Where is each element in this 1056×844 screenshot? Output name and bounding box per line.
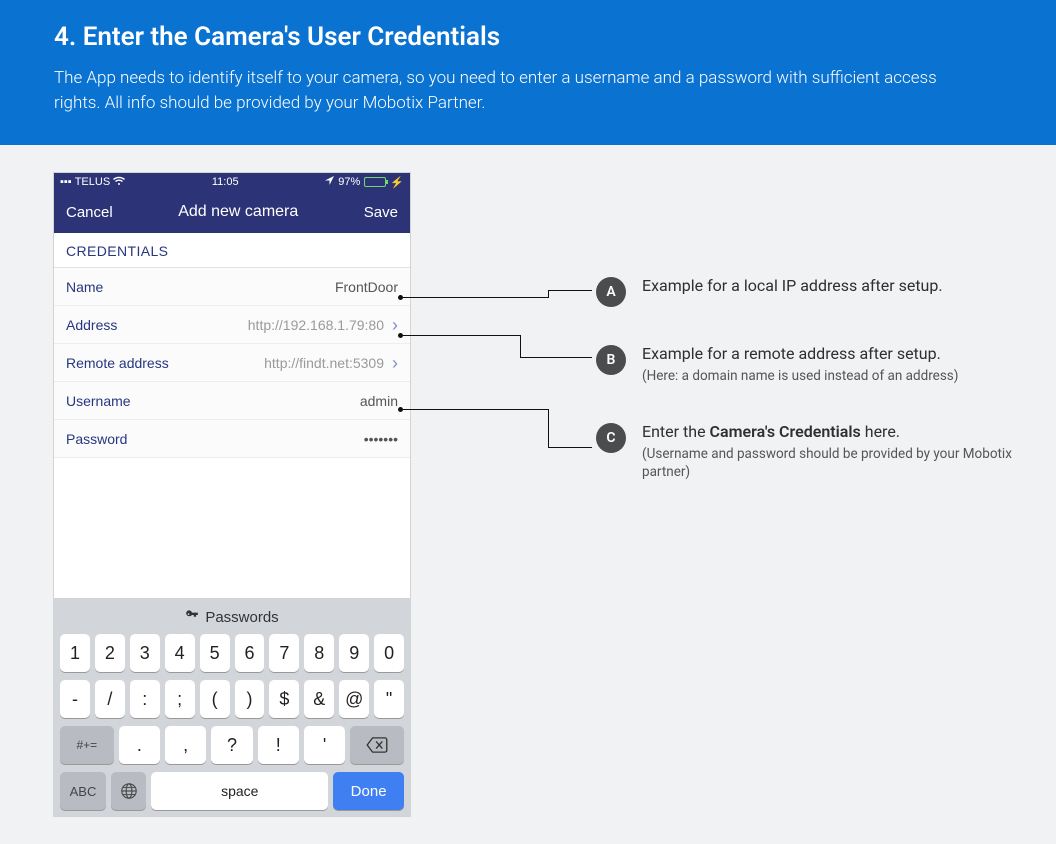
key-symbols[interactable]: #+= xyxy=(60,726,114,764)
name-value: FrontDoor xyxy=(335,279,398,295)
leader-line-c2 xyxy=(548,447,592,448)
carrier-label: TELUS xyxy=(75,176,110,188)
callout-b-sub: (Here: a domain name is used instead of … xyxy=(642,367,958,385)
badge-a: A xyxy=(596,277,626,307)
nav-title: Add new camera xyxy=(178,203,298,221)
key-comma[interactable]: , xyxy=(165,726,206,764)
username-label: Username xyxy=(66,393,131,409)
key-done[interactable]: Done xyxy=(333,772,404,810)
charging-icon: ⚡ xyxy=(390,176,404,189)
key-5[interactable]: 5 xyxy=(200,634,230,672)
key-lparen[interactable]: ( xyxy=(200,680,230,718)
key-row-4: ABC space Done xyxy=(60,772,404,810)
key-1[interactable]: 1 xyxy=(60,634,90,672)
key-rparen[interactable]: ) xyxy=(235,680,265,718)
status-bar: ▪▪▪ TELUS 11:05 97% ⚡ xyxy=(54,173,410,191)
wifi-icon xyxy=(113,176,125,189)
key-row-2: - / : ; ( ) $ & @ " xyxy=(60,680,404,718)
callout-a: A Example for a local IP address after s… xyxy=(596,275,1026,307)
battery-icon xyxy=(364,177,386,187)
row-password[interactable]: Password ••••••• xyxy=(54,420,410,458)
blank-area xyxy=(54,458,410,598)
badge-b: B xyxy=(596,345,626,375)
leader-line-a xyxy=(400,297,548,298)
row-name[interactable]: Name FrontDoor xyxy=(54,268,410,306)
passwords-suggestion[interactable]: Passwords xyxy=(60,604,404,634)
key-dash[interactable]: - xyxy=(60,680,90,718)
key-backspace[interactable] xyxy=(350,726,404,764)
keyboard: Passwords 1 2 3 4 5 6 7 8 9 0 - / : ; ( … xyxy=(54,598,410,816)
content-area: ▪▪▪ TELUS 11:05 97% ⚡ Cancel Add new cam… xyxy=(0,145,1056,844)
key-3[interactable]: 3 xyxy=(130,634,160,672)
key-8[interactable]: 8 xyxy=(304,634,334,672)
row-username[interactable]: Username admin xyxy=(54,382,410,420)
key-space[interactable]: space xyxy=(151,772,328,810)
key-amp[interactable]: & xyxy=(304,680,334,718)
page-subtitle: The App needs to identify itself to your… xyxy=(54,66,954,115)
remote-label: Remote address xyxy=(66,355,169,371)
leader-line-b xyxy=(400,335,520,336)
section-header: CREDENTIALS xyxy=(54,233,410,268)
password-value: ••••••• xyxy=(364,431,398,447)
key-0[interactable]: 0 xyxy=(374,634,404,672)
address-label: Address xyxy=(66,317,117,333)
callout-c-text: Enter the Camera's Credentials here. (Us… xyxy=(642,421,1026,481)
key-period[interactable]: . xyxy=(119,726,160,764)
nav-bar: Cancel Add new camera Save xyxy=(54,191,410,233)
row-remote[interactable]: Remote address http://findt.net:5309 › xyxy=(54,344,410,382)
password-label: Password xyxy=(66,431,127,447)
clock-label: 11:05 xyxy=(212,176,239,188)
leader-line-b2 xyxy=(520,357,592,358)
key-slash[interactable]: / xyxy=(95,680,125,718)
row-address[interactable]: Address http://192.168.1.79:80 › xyxy=(54,306,410,344)
key-question[interactable]: ? xyxy=(211,726,252,764)
name-label: Name xyxy=(66,279,103,295)
battery-pct: 97% xyxy=(338,176,360,188)
phone-mock: ▪▪▪ TELUS 11:05 97% ⚡ Cancel Add new cam… xyxy=(54,173,410,816)
username-value: admin xyxy=(360,393,398,409)
key-at[interactable]: @ xyxy=(339,680,369,718)
chevron-right-icon[interactable]: › xyxy=(392,354,398,372)
key-9[interactable]: 9 xyxy=(339,634,369,672)
leader-corner-b xyxy=(520,335,521,357)
key-globe[interactable] xyxy=(111,772,146,810)
callout-b: B Example for a remote address after set… xyxy=(596,343,1026,385)
address-value: http://192.168.1.79:80 xyxy=(248,317,384,333)
callouts: A Example for a local IP address after s… xyxy=(596,275,1026,517)
key-apostrophe[interactable]: ' xyxy=(304,726,345,764)
leader-line-c xyxy=(400,409,548,410)
key-6[interactable]: 6 xyxy=(235,634,265,672)
key-row-3: #+= . , ? ! ' xyxy=(60,726,404,764)
signal-icon: ▪▪▪ xyxy=(60,176,72,188)
leader-corner-c xyxy=(548,409,549,447)
save-button[interactable]: Save xyxy=(364,204,398,221)
key-7[interactable]: 7 xyxy=(269,634,299,672)
key-2[interactable]: 2 xyxy=(95,634,125,672)
key-icon xyxy=(185,608,199,626)
leader-corner-a xyxy=(548,290,549,298)
key-quote[interactable]: " xyxy=(374,680,404,718)
key-dollar[interactable]: $ xyxy=(269,680,299,718)
chevron-right-icon[interactable]: › xyxy=(392,316,398,334)
key-abc[interactable]: ABC xyxy=(60,772,106,810)
key-colon[interactable]: : xyxy=(130,680,160,718)
key-row-1: 1 2 3 4 5 6 7 8 9 0 xyxy=(60,634,404,672)
key-exclaim[interactable]: ! xyxy=(258,726,299,764)
callout-c: C Enter the Camera's Credentials here. (… xyxy=(596,421,1026,481)
page-title: 4. Enter the Camera's User Credentials xyxy=(54,22,1002,52)
callout-c-sub: (Username and password should be provide… xyxy=(642,445,1026,481)
cancel-button[interactable]: Cancel xyxy=(66,204,113,221)
location-icon xyxy=(325,176,334,188)
callout-b-text: Example for a remote address after setup… xyxy=(642,343,958,385)
key-4[interactable]: 4 xyxy=(165,634,195,672)
page-header: 4. Enter the Camera's User Credentials T… xyxy=(0,0,1056,145)
leader-line-a2 xyxy=(548,290,592,291)
key-semicolon[interactable]: ; xyxy=(165,680,195,718)
remote-value: http://findt.net:5309 xyxy=(264,355,384,371)
badge-c: C xyxy=(596,423,626,453)
callout-a-text: Example for a local IP address after set… xyxy=(642,275,943,297)
